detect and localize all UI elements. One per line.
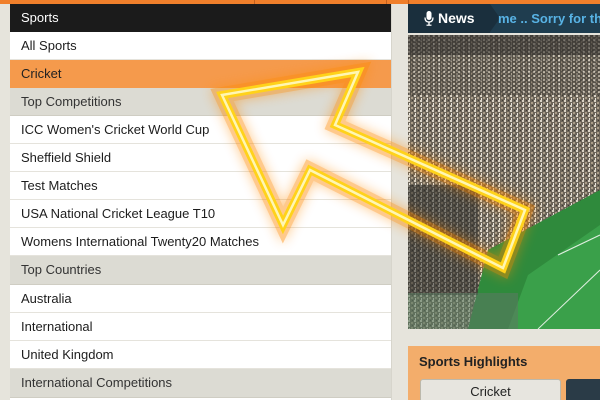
section-top-competitions: Top Competitions — [10, 88, 391, 116]
menu-item-test-matches[interactable]: Test Matches — [10, 172, 391, 200]
news-ticker-text[interactable]: me .. Sorry for th — [498, 4, 600, 33]
menu-item-international[interactable]: International — [10, 313, 391, 341]
menu-item-icc-womens-world-cup[interactable]: ICC Women's Cricket World Cup — [10, 116, 391, 144]
menu-item-united-kingdom[interactable]: United Kingdom — [10, 341, 391, 369]
news-label-text: News — [438, 10, 475, 26]
tab-next[interactable] — [566, 379, 600, 400]
stadium-banner-image[interactable] — [408, 35, 600, 329]
news-label: News — [408, 4, 500, 33]
sports-highlights-panel: Sports Highlights Cricket — [408, 346, 600, 400]
news-ticker-bar[interactable]: News me .. Sorry for th — [408, 4, 600, 33]
tab-cricket[interactable]: Cricket — [420, 379, 561, 400]
sports-menu: Sports All Sports Cricket Top Competitio… — [10, 4, 392, 400]
stadium-illustration — [408, 35, 600, 329]
menu-item-cricket[interactable]: Cricket — [10, 60, 391, 88]
menu-item-sheffield-shield[interactable]: Sheffield Shield — [10, 144, 391, 172]
sports-highlights-title: Sports Highlights — [419, 354, 528, 369]
sports-menu-header: Sports — [10, 4, 391, 32]
microphone-icon — [424, 11, 434, 26]
section-top-countries: Top Countries — [10, 256, 391, 285]
menu-item-all-sports[interactable]: All Sports — [10, 32, 391, 60]
menu-item-usa-ncl-t10[interactable]: USA National Cricket League T10 — [10, 200, 391, 228]
menu-item-womens-t20[interactable]: Womens International Twenty20 Matches — [10, 228, 391, 256]
section-international-competitions: International Competitions — [10, 369, 391, 398]
menu-item-australia[interactable]: Australia — [10, 285, 391, 313]
